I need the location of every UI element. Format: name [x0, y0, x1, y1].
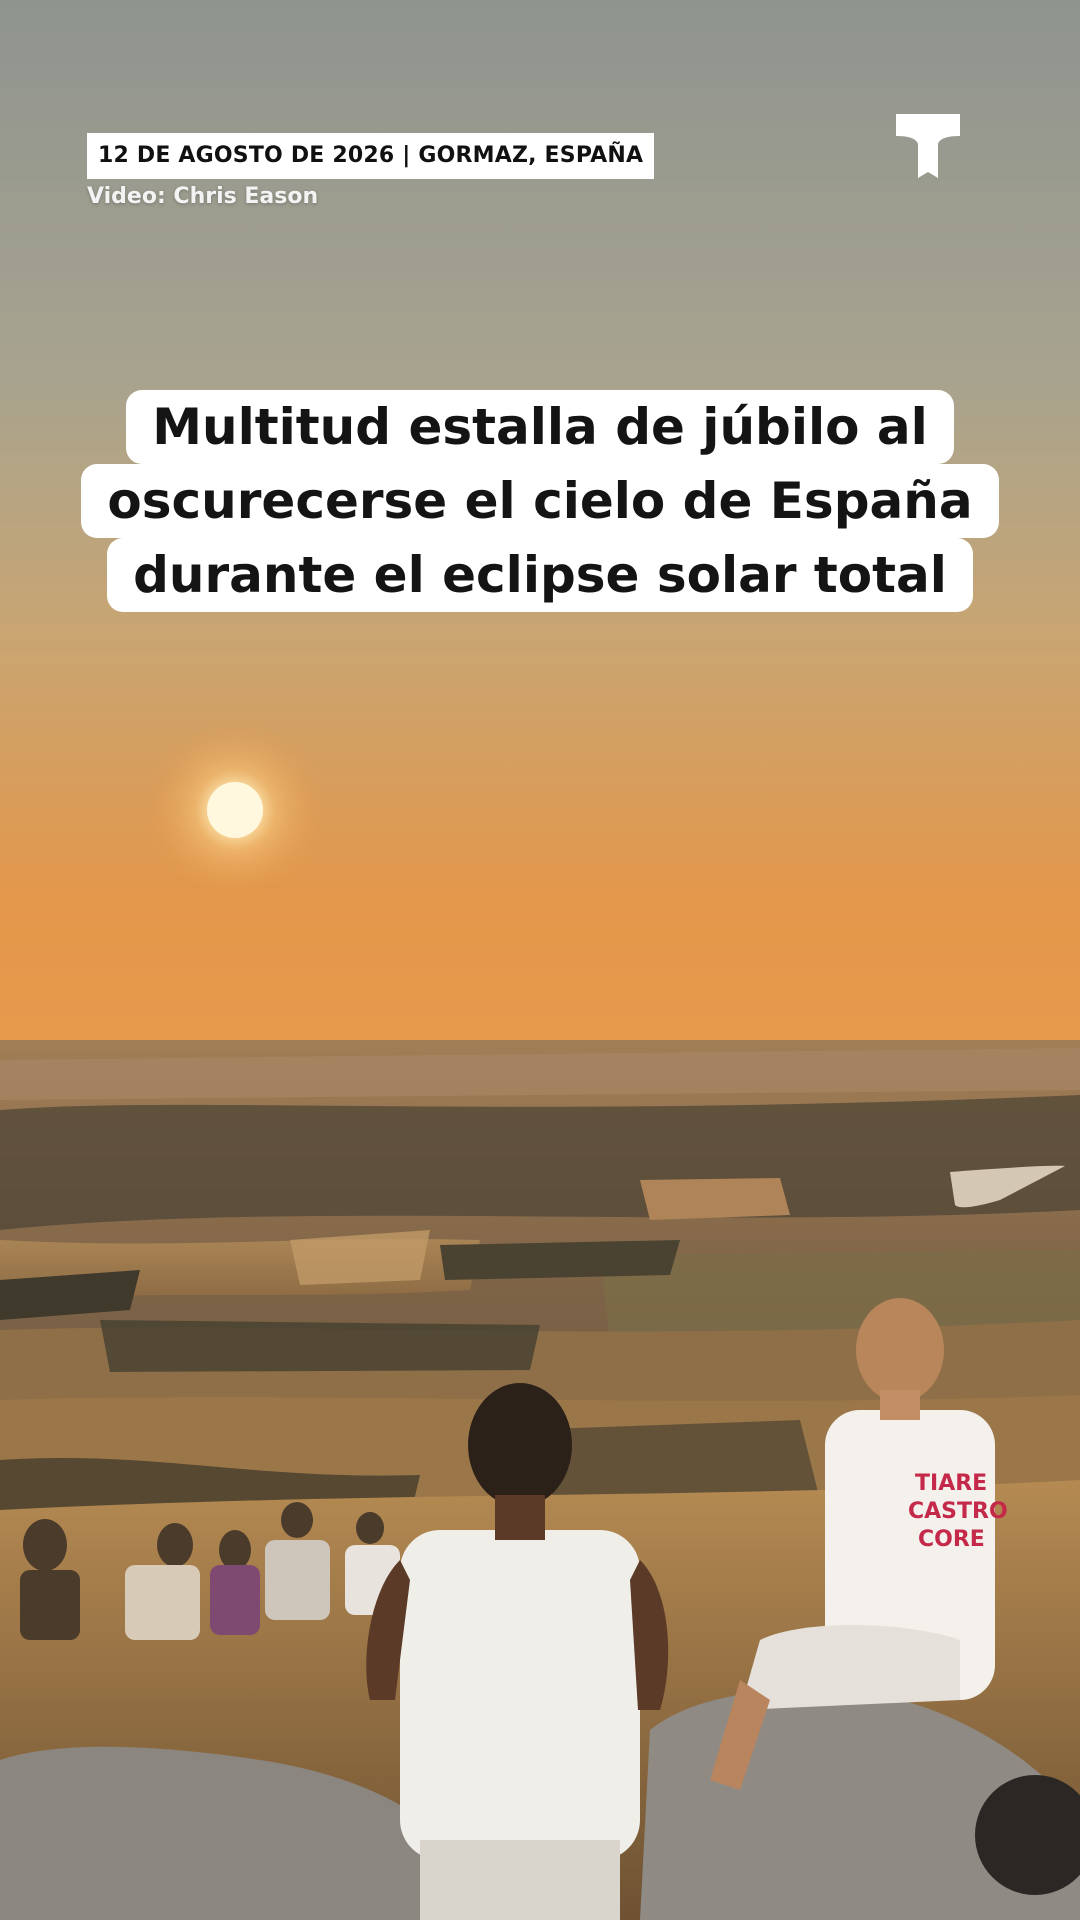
headline-line-3: durante el eclipse solar total: [107, 538, 973, 612]
video-credit: Video: Chris Eason: [87, 184, 319, 209]
svg-text:CASTRO: CASTRO: [908, 1499, 1008, 1524]
background-photo: TIARE CASTRO CORE: [0, 0, 1080, 1920]
svg-text:TIARE: TIARE: [915, 1471, 987, 1496]
headline-line-2: oscurecerse el cielo de España: [81, 464, 999, 538]
date-location-tag: 12 DE AGOSTO DE 2026 | GORMAZ, ESPAÑA: [87, 133, 655, 179]
date-location-text: 12 DE AGOSTO DE 2026 | GORMAZ, ESPAÑA: [98, 143, 644, 168]
headline: Multitud estalla de júbilo al oscurecers…: [0, 390, 1080, 612]
headline-line-1: Multitud estalla de júbilo al: [126, 390, 954, 464]
telemundo-t-logo-icon: [896, 114, 960, 178]
svg-text:CORE: CORE: [918, 1527, 985, 1552]
